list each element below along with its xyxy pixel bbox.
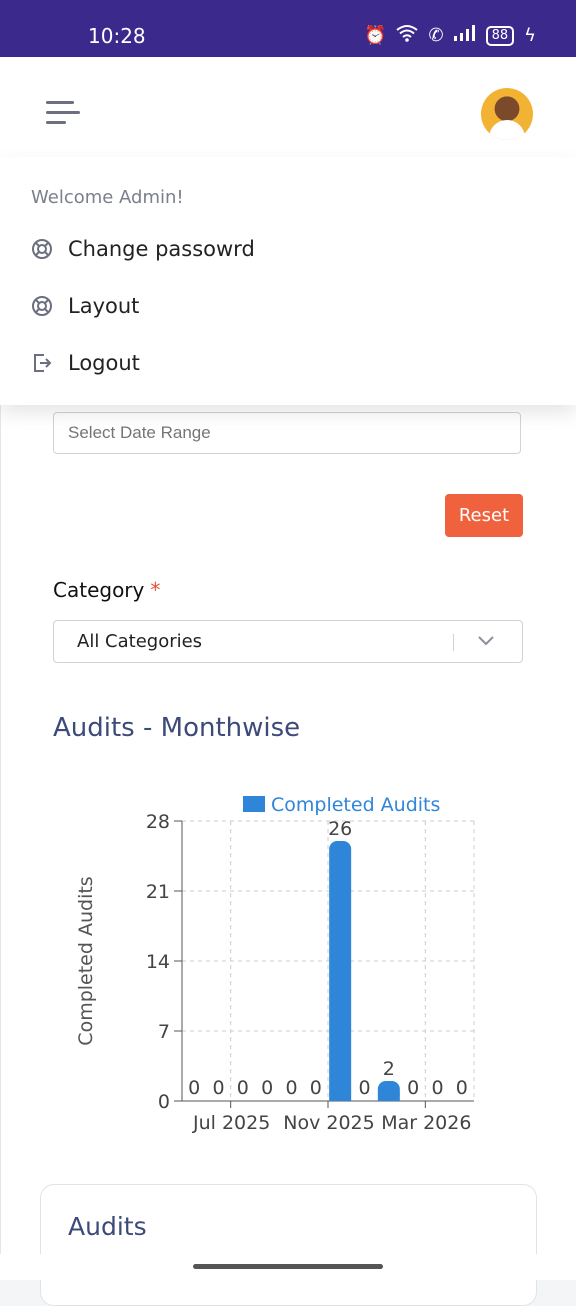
y-tick-label: 21 <box>146 881 170 903</box>
system-nav-bar <box>0 1254 576 1280</box>
chart-svg: 071421280 0 0 0 0 026020 0 0Jul 2025 Nov 2025 Mar… <box>75 794 475 1134</box>
data-label: 0 <box>358 1077 370 1099</box>
data-label: 0 <box>407 1077 419 1099</box>
y-tick-label: 28 <box>146 811 170 833</box>
y-tick-label: 14 <box>146 951 170 973</box>
legend-swatch <box>243 796 265 812</box>
audits-monthwise-chart: 0 7 14 21 28 0 0 0 0 0 0 26 0 2 0 0 0 Jul 2025 Nov 2025 Mar… <box>40 780 540 1160</box>
menu-item-label: Change passowrd <box>68 237 255 261</box>
user-avatar[interactable] <box>481 88 533 140</box>
menu-item-label: Layout <box>68 294 140 318</box>
select-separator <box>453 634 454 651</box>
category-label: Category * <box>53 578 160 602</box>
alarm-icon: ⏰ <box>364 25 387 46</box>
logout-icon <box>30 351 54 375</box>
category-select[interactable]: All Categories <box>53 620 523 663</box>
data-label: 0 <box>188 1077 200 1099</box>
hamburger-icon[interactable] <box>46 101 80 127</box>
chart-section-title: Audits - Monthwise <box>53 713 301 743</box>
x-tick-label: Jul 2025 <box>192 1112 270 1134</box>
lifebuoy-icon <box>30 294 54 318</box>
profile-dropdown: Welcome Admin! Change passowrd Layout Lo… <box>0 157 576 405</box>
welcome-text: Welcome Admin! <box>31 187 184 208</box>
bar <box>329 841 352 1101</box>
data-label: 26 <box>328 818 352 840</box>
data-label: 0 <box>285 1077 297 1099</box>
menu-item-label: Logout <box>68 351 140 375</box>
menu-item-layout[interactable]: Layout <box>30 294 139 318</box>
lifebuoy-icon <box>30 237 54 261</box>
charging-icon: ϟ <box>524 25 536 46</box>
data-label: 0 <box>456 1077 468 1099</box>
reset-button[interactable]: Reset <box>445 494 523 537</box>
data-label: 0 <box>431 1077 443 1099</box>
bar-base <box>329 1093 352 1101</box>
data-label: 0 <box>310 1077 322 1099</box>
data-label: 0 <box>237 1077 249 1099</box>
menu-item-logout[interactable]: Logout <box>30 351 140 375</box>
bar-base <box>377 1093 400 1101</box>
call-icon: ✆ <box>428 25 444 46</box>
audits-card-title: Audits <box>68 1212 147 1241</box>
category-select-value: All Categories <box>77 631 203 652</box>
data-label: 2 <box>383 1058 395 1080</box>
date-range-input[interactable] <box>53 412 521 454</box>
data-label: 0 <box>261 1077 273 1099</box>
menu-item-change-password[interactable]: Change passowrd <box>30 237 255 261</box>
y-tick-label: 7 <box>158 1021 170 1043</box>
legend-label: Completed Audits <box>271 794 440 816</box>
chevron-down-icon[interactable] <box>476 630 496 655</box>
status-bar: 10:28 ⏰ ✆ 88 ϟ <box>0 0 576 57</box>
x-tick-label: Nov 2025 <box>283 1112 374 1134</box>
battery-icon: 88 <box>485 25 515 46</box>
required-mark: * <box>150 578 161 602</box>
wifi-icon <box>396 24 419 47</box>
home-handle[interactable] <box>193 1264 383 1269</box>
y-tick-label: 0 <box>158 1091 170 1113</box>
y-axis-title: Completed Audits <box>75 876 97 1045</box>
status-icons: ⏰ ✆ 88 ϟ <box>364 24 536 47</box>
audits-card: Audits <box>40 1184 537 1306</box>
data-label: 0 <box>212 1077 224 1099</box>
status-time: 10:28 <box>88 24 146 48</box>
category-label-text: Category <box>53 578 145 602</box>
x-tick-label: Mar 2026 <box>381 1112 471 1134</box>
signal-icon <box>453 25 476 46</box>
